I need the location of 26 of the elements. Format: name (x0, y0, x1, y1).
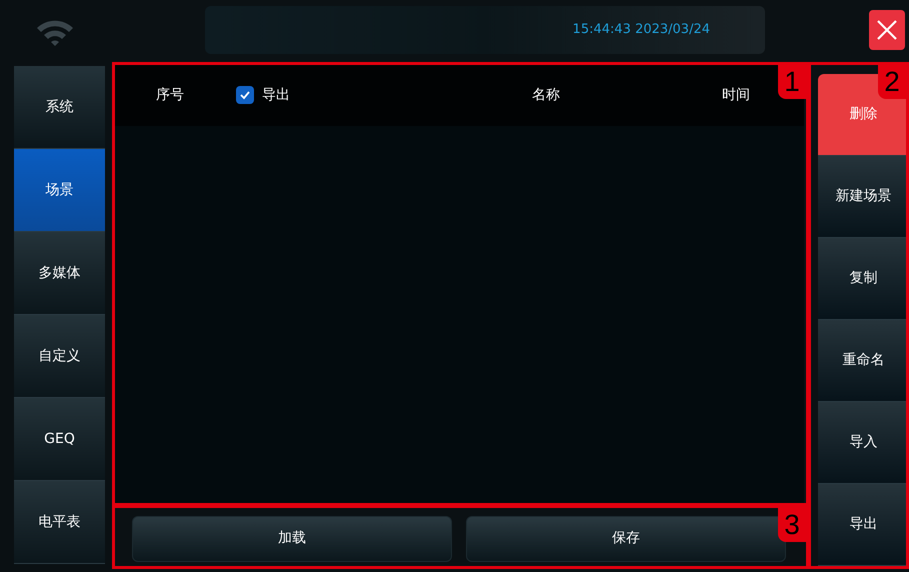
nav-tab[interactable]: 系统 (14, 66, 105, 149)
nav-tab[interactable]: GEQ (14, 398, 105, 481)
nav-tab[interactable]: 电平表 (14, 481, 105, 564)
side-action-button[interactable]: 导入 (818, 402, 909, 484)
action-button[interactable]: 保存 (466, 516, 786, 562)
column-header: 序号 (156, 86, 184, 104)
wifi-icon (35, 18, 75, 48)
column-header: 名称 (532, 86, 560, 104)
callout-number: 2 (878, 65, 906, 99)
nav-tab[interactable]: 场景 (14, 149, 105, 232)
close-icon (876, 19, 898, 41)
action-button[interactable]: 加载 (132, 516, 452, 562)
column-header: 导出 (262, 86, 290, 104)
callout-number: 1 (778, 65, 806, 99)
side-action-button[interactable]: 导出 (818, 484, 909, 566)
clock-text: 15:44:43 2023/03/24 (572, 21, 710, 40)
nav-tab[interactable]: 自定义 (14, 315, 105, 398)
side-action-button[interactable]: 新建场景 (818, 156, 909, 238)
check-icon (239, 89, 251, 101)
side-action-button[interactable]: 复制 (818, 238, 909, 320)
export-checkbox[interactable] (236, 86, 254, 104)
nav-tab[interactable]: 多媒体 (14, 232, 105, 315)
callout-number: 3 (778, 508, 806, 542)
side-action-button[interactable]: 重命名 (818, 320, 909, 402)
column-header: 时间 (722, 86, 750, 104)
close-button[interactable] (869, 10, 905, 50)
